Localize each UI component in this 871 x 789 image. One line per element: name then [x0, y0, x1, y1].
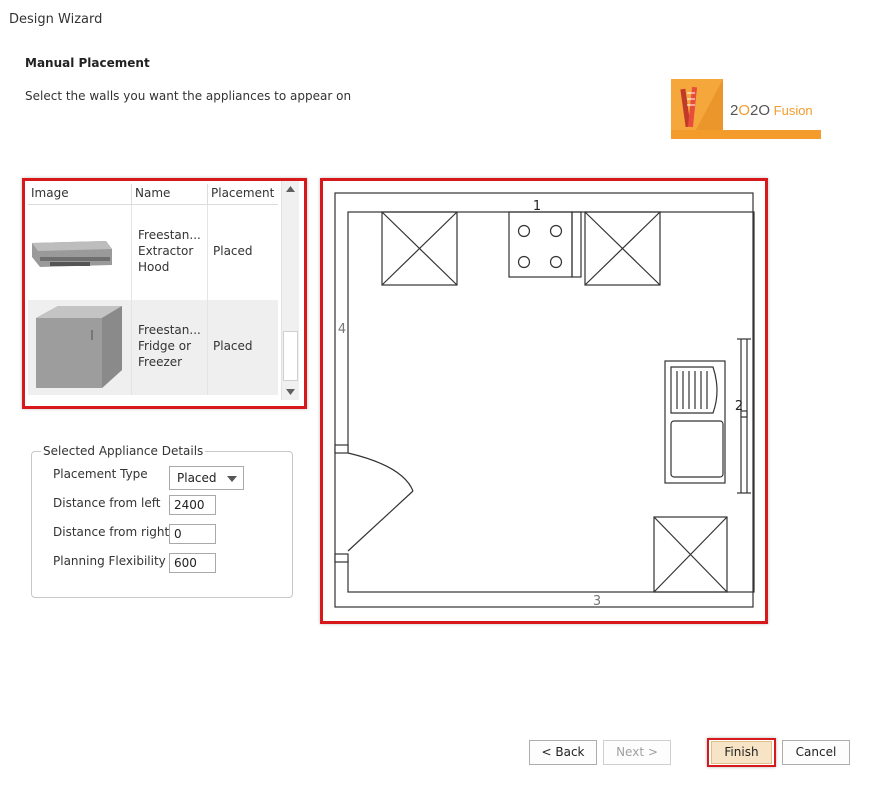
column-header-name[interactable]: Name: [132, 184, 208, 204]
finish-button[interactable]: Finish: [711, 741, 772, 764]
list-header: Image Name Placement: [28, 184, 278, 205]
floor-plan[interactable]: 1 2 3 4: [320, 178, 768, 624]
distance-right-input[interactable]: 0: [169, 524, 216, 544]
sink-unit: [664, 360, 726, 484]
details-legend: Selected Appliance Details: [41, 444, 206, 458]
base-cabinet: [653, 516, 728, 593]
outer-wall: [334, 192, 754, 608]
door-left-wall: [334, 444, 414, 563]
wall-label-4: 4: [338, 322, 346, 337]
window-title: Design Wizard: [9, 12, 103, 27]
appliance-row-selected[interactable]: Freestan... Fridge or Freezer Placed: [28, 300, 278, 395]
appliance-row[interactable]: Freestan... Extractor Hood Placed: [28, 205, 278, 300]
appliance-placement: Placed: [213, 339, 253, 353]
window-right-wall: [737, 338, 751, 494]
chevron-up-icon: [286, 186, 295, 192]
distance-left-label: Distance from left: [53, 496, 161, 510]
cancel-button[interactable]: Cancel: [782, 740, 850, 765]
back-button[interactable]: < Back: [529, 740, 597, 765]
flexibility-input[interactable]: 600: [169, 553, 216, 573]
page-title: Manual Placement: [25, 56, 150, 70]
inner-wall: [347, 211, 755, 593]
scroll-up-button[interactable]: [282, 181, 299, 198]
appliance-list: Image Name Placement Freestan... Extract…: [22, 178, 307, 409]
svg-text:2O2O Fusion: 2O2O Fusion: [730, 102, 813, 119]
placement-type-value: Placed: [177, 471, 217, 485]
wall-label-3: 3: [593, 594, 601, 609]
base-cabinet: [381, 211, 458, 286]
distance-right-label: Distance from right: [53, 525, 170, 539]
appliance-details-panel: Selected Appliance Details Placement Typ…: [31, 444, 293, 598]
hob-appliance: [508, 211, 582, 278]
column-header-placement[interactable]: Placement: [208, 184, 278, 204]
placement-type-label: Placement Type: [53, 467, 148, 481]
appliance-name: Freestan... Fridge or Freezer: [132, 300, 208, 395]
extractor-hood-thumbnail: [28, 205, 132, 300]
wall-label-2: 2: [735, 399, 743, 414]
base-cabinet: [584, 211, 661, 286]
next-button[interactable]: Next >: [603, 740, 671, 765]
appliance-name: Freestan... Extractor Hood: [132, 205, 208, 300]
flexibility-label: Planning Flexibility: [53, 554, 166, 568]
appliance-placement: Placed: [213, 244, 253, 258]
wall-label-1: 1: [533, 199, 541, 214]
fridge-thumbnail: [28, 300, 132, 395]
list-scrollbar[interactable]: [281, 181, 299, 400]
chevron-down-icon: [286, 389, 295, 395]
distance-left-input[interactable]: 2400: [169, 495, 216, 515]
page-instruction: Select the walls you want the appliances…: [25, 89, 352, 103]
scroll-thumb[interactable]: [283, 331, 298, 381]
2020-fusion-logo: 2O2O Fusion: [671, 79, 821, 139]
scroll-down-button[interactable]: [282, 383, 299, 400]
dropdown-arrow-icon: [227, 476, 237, 482]
placement-type-select[interactable]: Placed: [169, 466, 244, 490]
logo-text-2020: 2: [730, 102, 738, 119]
column-header-image[interactable]: Image: [28, 184, 132, 204]
finish-button-highlight: Finish: [707, 738, 776, 767]
